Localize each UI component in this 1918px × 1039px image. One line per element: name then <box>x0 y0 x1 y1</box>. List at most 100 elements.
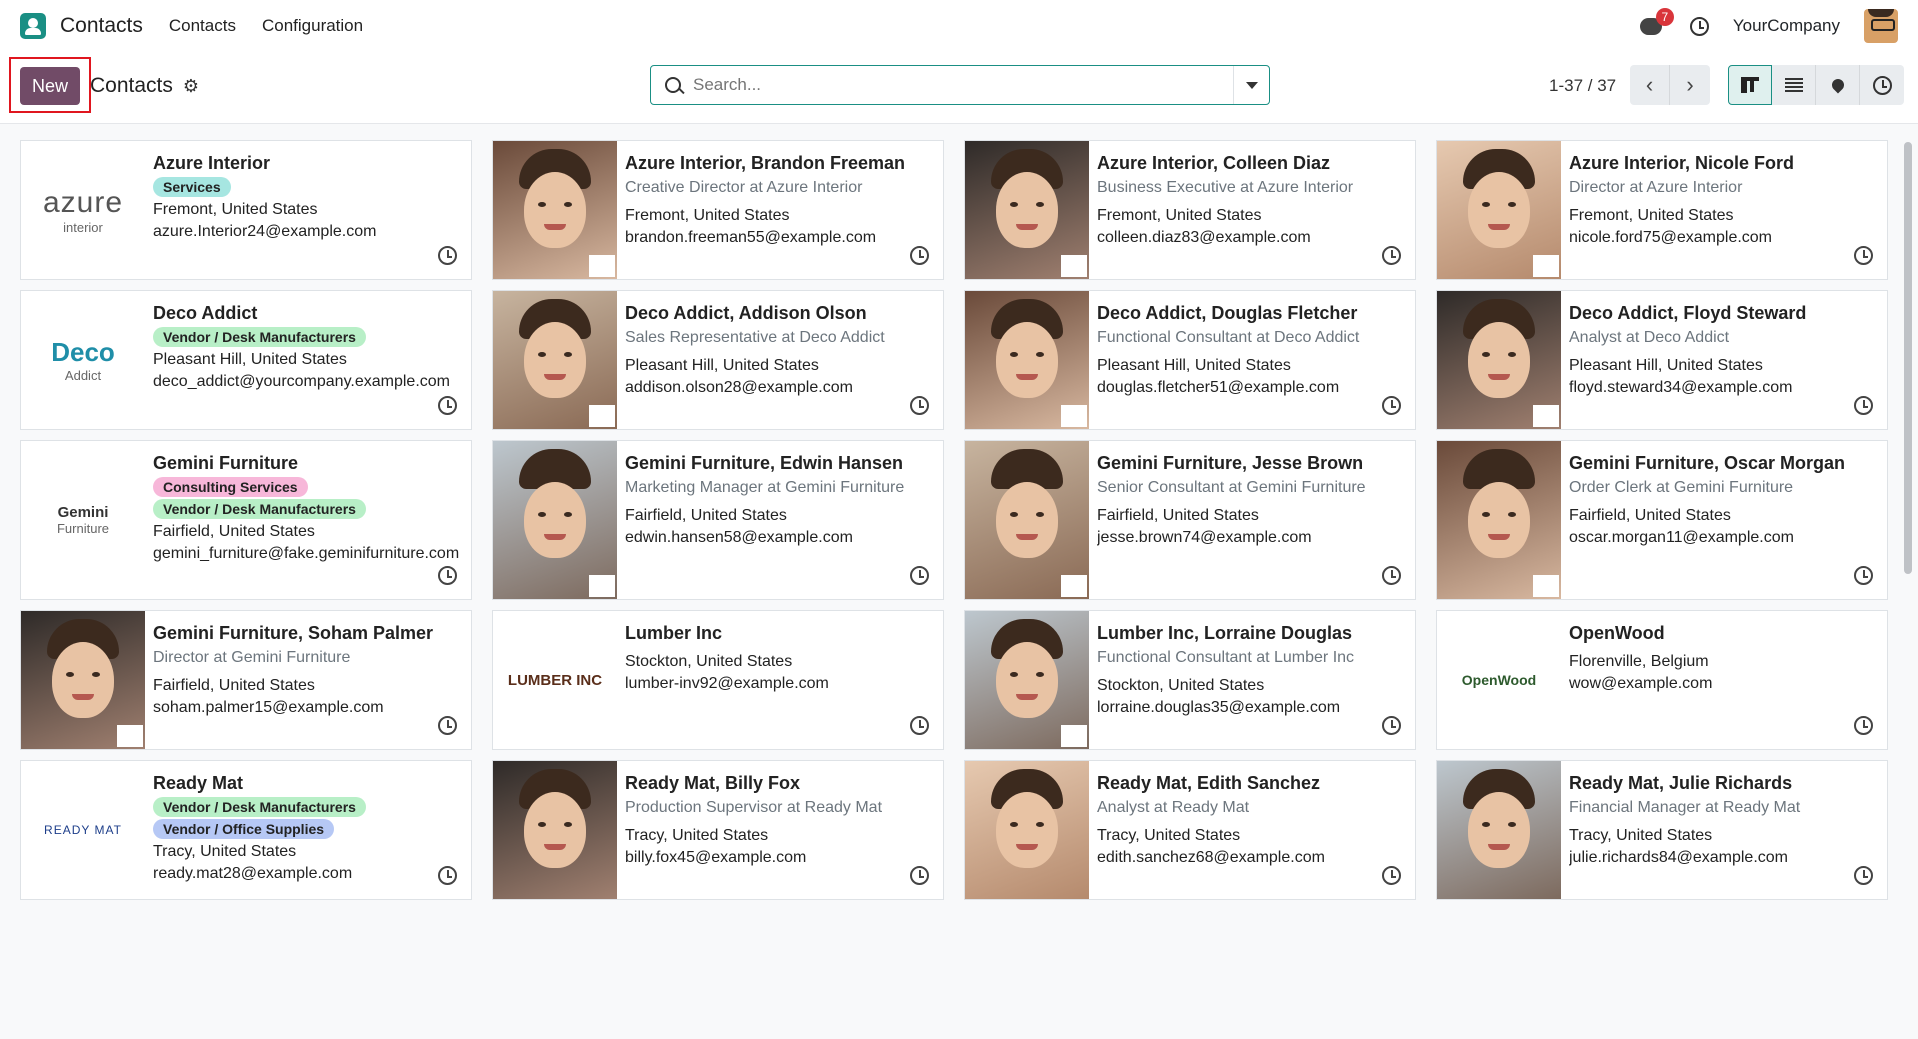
contact-card[interactable]: OpenWood OpenWood Florenville, Belgium wow@… <box>1436 610 1888 750</box>
contact-email: oscar.morgan11@example.com <box>1569 529 1794 546</box>
activity-clock-icon[interactable] <box>1854 246 1873 265</box>
activity-clock-icon[interactable] <box>910 246 929 265</box>
contact-name: Deco Addict <box>153 303 258 323</box>
user-avatar[interactable] <box>1864 9 1898 43</box>
card-body: Gemini Furniture, Jesse Brown Senior Cons… <box>1089 441 1415 599</box>
contact-card[interactable]: Gemini Furniture, Jesse Brown Senior Cons… <box>964 440 1416 600</box>
logo-main-text: READY MAT <box>44 823 122 837</box>
company-logo-chip <box>1061 725 1087 747</box>
map-view-button[interactable] <box>1816 65 1860 105</box>
map-pin-icon <box>1829 76 1846 94</box>
activity-clock-icon[interactable] <box>910 866 929 885</box>
contact-card[interactable]: Deco Addict Deco Addict Vendor / Desk Manuf… <box>20 290 472 430</box>
menu-configuration[interactable]: Configuration <box>262 16 363 36</box>
activity-clock-icon[interactable] <box>438 246 457 265</box>
gear-icon[interactable]: ⚙ <box>183 76 199 97</box>
kanban-view-button[interactable] <box>1728 65 1772 105</box>
contact-location: Fairfield, United States <box>153 523 315 540</box>
contact-location: Tracy, United States <box>1097 827 1241 844</box>
activity-clock-icon[interactable] <box>910 566 929 585</box>
contact-card[interactable]: Ready Mat, Billy Fox Production Superviso… <box>492 760 944 900</box>
activity-clock-icon[interactable] <box>1854 716 1873 735</box>
contact-card[interactable]: READY MAT Ready Mat Vendor / Desk Manufact… <box>20 760 472 900</box>
contact-location: Fairfield, United States <box>625 507 787 524</box>
new-button[interactable]: New <box>20 67 80 105</box>
contact-email: gemini_furniture@fake.geminifurniture.co… <box>153 545 460 562</box>
card-body: Ready Mat, Billy Fox Production Superviso… <box>617 761 943 899</box>
card-body: Gemini Furniture, Soham Palmer Director a… <box>145 611 471 749</box>
activity-clock-icon[interactable] <box>1382 866 1401 885</box>
search-options-toggle[interactable] <box>1233 66 1269 104</box>
contact-card[interactable]: Azure Interior, Brandon Freeman Creative … <box>492 140 944 280</box>
activity-clock-icon[interactable] <box>1382 716 1401 735</box>
card-body: OpenWood Florenville, Belgium wow@example.… <box>1561 611 1887 749</box>
list-view-button[interactable] <box>1772 65 1816 105</box>
activity-clock-icon[interactable] <box>1382 246 1401 265</box>
pager-next-button[interactable]: › <box>1670 65 1710 105</box>
scrollbar[interactable] <box>1904 142 1912 574</box>
contact-card[interactable]: Ready Mat, Julie Richards Financial Manag… <box>1436 760 1888 900</box>
contact-email: jesse.brown74@example.com <box>1097 529 1312 546</box>
contact-photo <box>965 141 1089 279</box>
activity-clock-icon[interactable] <box>910 716 929 735</box>
messages-icon[interactable]: 7 <box>1639 8 1674 38</box>
contact-email: lorraine.douglas35@example.com <box>1097 699 1341 716</box>
company-switcher[interactable]: YourCompany <box>1733 16 1840 36</box>
navbar-systray: 7 YourCompany <box>1639 8 1898 43</box>
top-navbar: Contacts Contacts Configuration 7 YourCo… <box>0 0 1918 52</box>
activity-view-button[interactable] <box>1860 65 1904 105</box>
search-input[interactable] <box>693 75 1233 95</box>
contact-card[interactable]: Gemini Furniture, Oscar Morgan Order Cler… <box>1436 440 1888 600</box>
contact-card[interactable]: Ready Mat, Edith Sanchez Analyst at Ready… <box>964 760 1416 900</box>
activity-clock-icon[interactable] <box>1382 566 1401 585</box>
activity-clock-icon[interactable] <box>438 866 457 885</box>
contact-card[interactable]: Deco Addict, Floyd Steward Analyst at Dec… <box>1436 290 1888 430</box>
contact-name: Gemini Furniture, Soham Palmer <box>153 623 434 643</box>
pager-previous-button[interactable]: ‹ <box>1630 65 1670 105</box>
contact-email: lumber-inv92@example.com <box>625 675 829 692</box>
company-logo: OpenWood <box>1437 611 1561 749</box>
contact-card[interactable]: Deco Addict, Douglas Fletcher Functional … <box>964 290 1416 430</box>
contact-card[interactable]: azure interior Azure Interior Services Fremo… <box>20 140 472 280</box>
contact-name: Gemini Furniture, Jesse Brown <box>1097 453 1364 473</box>
contact-location: Pleasant Hill, United States <box>1097 357 1291 374</box>
pager-value[interactable]: 1-37 / 37 <box>1549 76 1616 96</box>
category-tag: Consulting Services <box>153 477 308 497</box>
activity-clock-icon[interactable] <box>1854 566 1873 585</box>
menu-contacts[interactable]: Contacts <box>169 16 236 36</box>
kanban-grid: azure interior Azure Interior Services Fremo… <box>20 140 1888 900</box>
activity-clock-icon[interactable] <box>1382 396 1401 415</box>
contact-function: Business Executive at Azure Interior <box>1097 179 1354 196</box>
contact-photo <box>965 441 1089 599</box>
contact-card[interactable]: Lumber Inc, Lorraine Douglas Functional C… <box>964 610 1416 750</box>
contact-email: soham.palmer15@example.com <box>153 699 384 716</box>
tag-list: Consulting Services Vendor / Desk Manufac… <box>153 477 463 519</box>
company-logo-chip <box>589 255 615 277</box>
category-tag: Vendor / Desk Manufacturers <box>153 797 366 817</box>
contact-location: Fremont, United States <box>1097 207 1262 224</box>
activity-clock-icon[interactable] <box>1854 396 1873 415</box>
activity-clock-icon[interactable] <box>1689 16 1709 36</box>
contact-card[interactable]: Azure Interior, Nicole Ford Director at A… <box>1436 140 1888 280</box>
contact-email: addison.olson28@example.com <box>625 379 853 396</box>
breadcrumb: Contacts ⚙ <box>90 74 199 98</box>
contacts-app-icon[interactable] <box>20 13 46 39</box>
contact-email: edith.sanchez68@example.com <box>1097 849 1325 866</box>
activity-clock-icon[interactable] <box>910 396 929 415</box>
contact-card[interactable]: LUMBER INC Lumber Inc Stockton, United Sta… <box>492 610 944 750</box>
contact-card[interactable]: Azure Interior, Colleen Diaz Business Exe… <box>964 140 1416 280</box>
activity-clock-icon[interactable] <box>1854 866 1873 885</box>
activity-clock-icon[interactable] <box>438 396 457 415</box>
activity-clock-icon[interactable] <box>438 566 457 585</box>
activity-clock-icon[interactable] <box>438 716 457 735</box>
contact-card[interactable]: Gemini Furniture, Soham Palmer Director a… <box>20 610 472 750</box>
contact-card[interactable]: Gemini Furniture Gemini Furniture Consultin… <box>20 440 472 600</box>
contact-card[interactable]: Deco Addict, Addison Olson Sales Represen… <box>492 290 944 430</box>
contact-card[interactable]: Gemini Furniture, Edwin Hansen Marketing … <box>492 440 944 600</box>
card-body: Deco Addict Vendor / Desk Manufacturers Pl… <box>145 291 471 429</box>
card-body: Deco Addict, Floyd Steward Analyst at Dec… <box>1561 291 1887 429</box>
company-logo-chip <box>589 575 615 597</box>
contact-location: Pleasant Hill, United States <box>625 357 819 374</box>
contact-name: Deco Addict, Douglas Fletcher <box>1097 303 1358 323</box>
app-name[interactable]: Contacts <box>60 14 143 38</box>
